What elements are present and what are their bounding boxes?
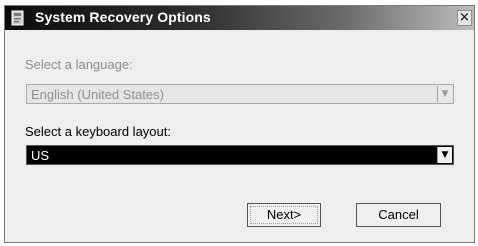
cancel-button[interactable]: Cancel xyxy=(356,203,441,227)
language-value: English (United States) xyxy=(31,87,164,102)
language-dropdown: English (United States) ▼ xyxy=(26,84,454,104)
language-label: Select a language: xyxy=(25,57,133,72)
chevron-down-icon: ▼ xyxy=(437,86,452,102)
keyboard-layout-value: US xyxy=(31,148,50,163)
focus-ring xyxy=(250,206,318,224)
chevron-down-icon[interactable]: ▼ xyxy=(437,147,452,163)
close-button[interactable]: × xyxy=(457,10,472,26)
close-icon: × xyxy=(459,10,470,25)
keyboard-layout-label: Select a keyboard layout: xyxy=(25,124,171,139)
recovery-app-icon xyxy=(11,10,24,26)
cancel-button-label: Cancel xyxy=(378,207,419,222)
window-title: System Recovery Options xyxy=(35,9,211,25)
next-button[interactable]: Next> xyxy=(247,203,321,227)
title-bar[interactable]: System Recovery Options × xyxy=(5,6,474,30)
keyboard-layout-dropdown[interactable]: US ▼ xyxy=(26,145,454,165)
